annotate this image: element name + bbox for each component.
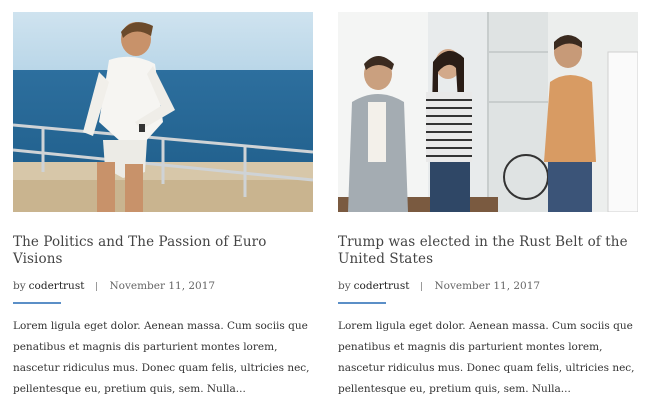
post-date: November 11, 2017 — [434, 280, 541, 292]
post-excerpt: Lorem ligula eget dolor. Aenean massa. C… — [13, 320, 310, 395]
post-meta: by codertrust November 11, 2017 — [338, 279, 638, 293]
byline-prefix: by — [338, 280, 351, 292]
post-meta: by codertrust November 11, 2017 — [13, 279, 313, 293]
post-image[interactable] — [338, 12, 638, 212]
office-team-meeting-image — [338, 12, 638, 212]
post-title[interactable]: The Politics and The Passion of Euro Vis… — [13, 234, 313, 268]
accent-rule — [338, 302, 386, 304]
meta-divider — [421, 281, 423, 291]
post-image[interactable] — [13, 12, 313, 212]
byline-prefix: by — [13, 280, 26, 292]
man-on-yacht-image — [13, 12, 313, 212]
accent-rule — [13, 302, 61, 304]
post-date: November 11, 2017 — [109, 280, 216, 292]
post-author-link[interactable]: codertrust — [354, 280, 410, 292]
post-card: The Politics and The Passion of Euro Vis… — [13, 12, 313, 400]
post-excerpt: Lorem ligula eget dolor. Aenean massa. C… — [338, 320, 635, 395]
post-author-link[interactable]: codertrust — [29, 280, 85, 292]
meta-divider — [96, 281, 98, 291]
post-title[interactable]: Trump was elected in the Rust Belt of th… — [338, 234, 638, 268]
post-card: Trump was elected in the Rust Belt of th… — [338, 12, 638, 400]
